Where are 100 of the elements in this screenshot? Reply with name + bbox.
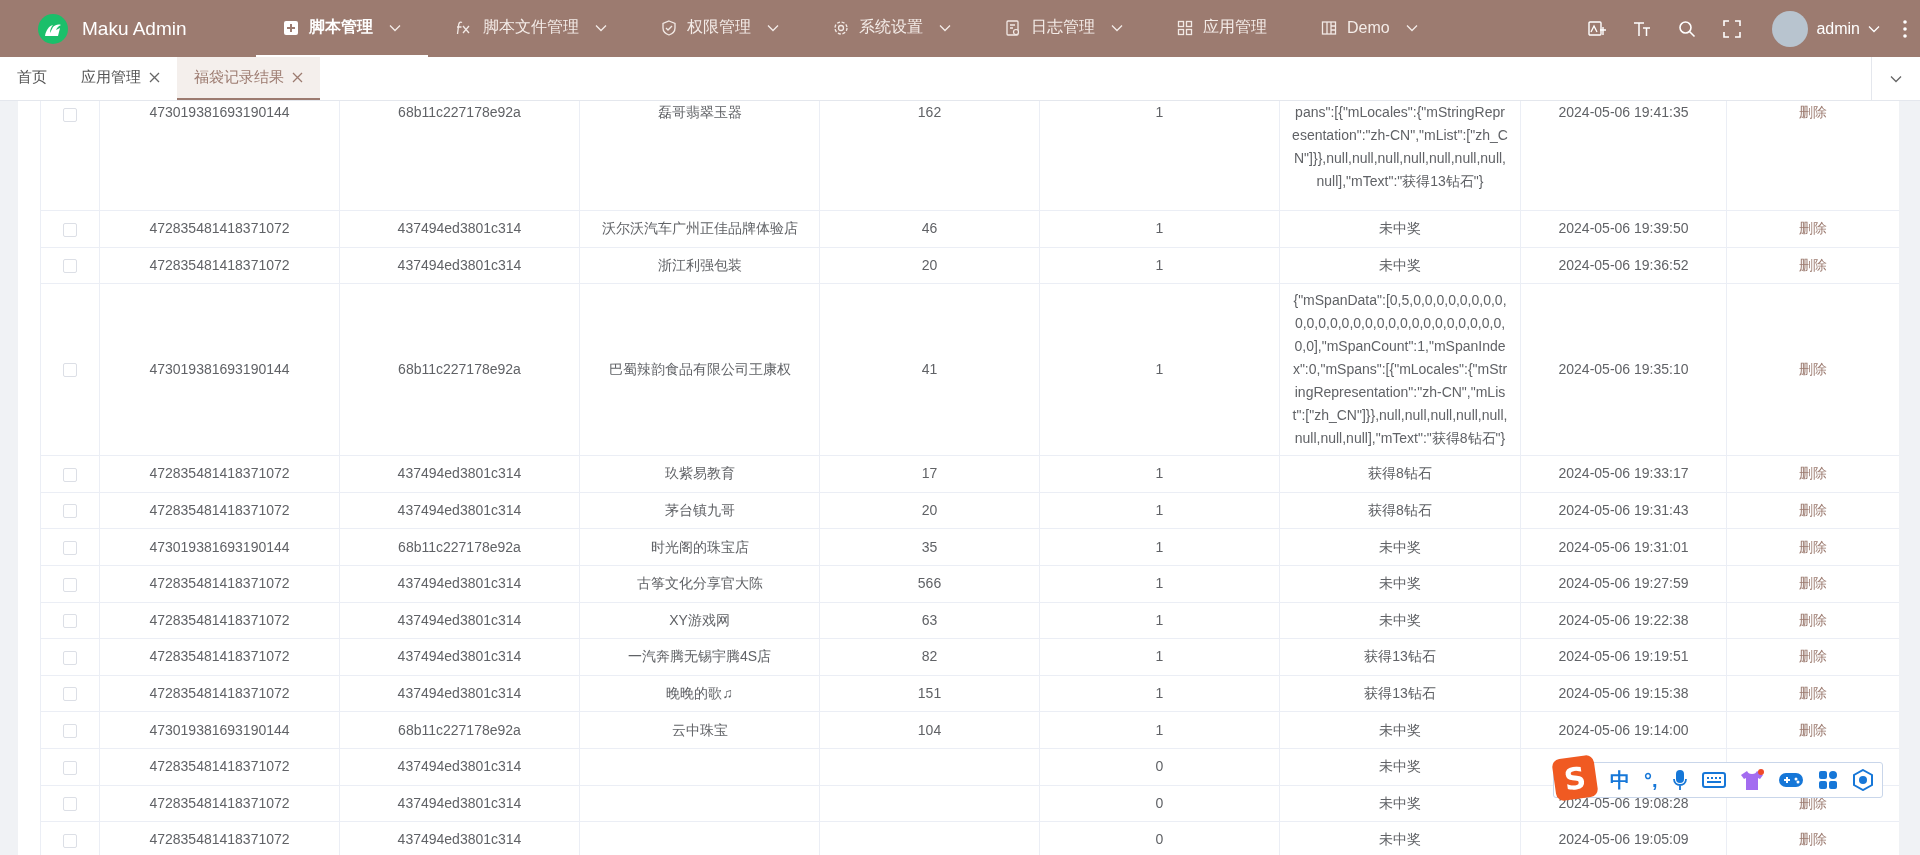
row-checkbox[interactable] (63, 363, 77, 378)
menu-item[interactable]: Demo (1294, 0, 1445, 57)
delete-link[interactable]: 删除 (1799, 361, 1827, 378)
table-cell: XY游戏网 (579, 602, 820, 639)
delete-link[interactable]: 删除 (1799, 220, 1827, 237)
table-cell: 未中奖 (1279, 602, 1521, 639)
table-cell: 472835481418371072 (99, 565, 340, 603)
table-cell: 2024-05-06 19:14:00 (1520, 711, 1727, 749)
table-cell: 1 (1039, 247, 1280, 284)
table-cell: 2024-05-06 19:27:59 (1520, 565, 1727, 603)
row-checkbox[interactable] (63, 467, 77, 482)
table-cell: 1 (1039, 711, 1280, 749)
row-checkbox[interactable] (63, 833, 77, 848)
delete-link[interactable]: 删除 (1799, 721, 1827, 738)
tab[interactable]: 首页 (0, 57, 64, 100)
table-cell: 一汽奔腾无锡宇腾4S店 (579, 638, 820, 676)
table-cell: 茅台镇九哥 (579, 492, 820, 529)
table-cell: 68b11c227178e92a (339, 528, 580, 566)
table-cell: 437494ed3801c314 (339, 748, 580, 786)
table-cell: 未中奖 (1279, 748, 1521, 786)
table-cell: 473019381693190144 (99, 283, 340, 456)
user-menu[interactable]: admin (1754, 0, 1890, 57)
table-cell: 566 (819, 565, 1040, 603)
table-cell: 古筝文化分享官大陈 (579, 565, 820, 603)
table-cell: 1 (1039, 675, 1280, 712)
table-cell: 473019381693190144 (99, 711, 340, 749)
table-cell: 2024-05-06 19:41:35 (1520, 101, 1727, 211)
hexagon-icon (1851, 769, 1874, 791)
table-cell: 2024-05-06 19:36:52 (1520, 247, 1727, 284)
table-cell: 472835481418371072 (99, 675, 340, 712)
table-cell: 未中奖 (1279, 528, 1521, 566)
table-cell: 472835481418371072 (99, 638, 340, 676)
table-cell: 获得13钻石 (1279, 638, 1521, 676)
table-cell: 472835481418371072 (99, 210, 340, 248)
row-checkbox[interactable] (63, 222, 77, 237)
tab[interactable]: 福袋记录结果 (177, 57, 320, 100)
row-checkbox[interactable] (63, 760, 77, 775)
delete-link[interactable]: 删除 (1799, 256, 1827, 273)
table-cell: 63 (819, 602, 1040, 639)
table-cell: 1 (1039, 528, 1280, 566)
table-cell: 82 (819, 638, 1040, 676)
row-checkbox[interactable] (63, 504, 77, 519)
table-cell: 437494ed3801c314 (339, 247, 580, 284)
delete-link[interactable]: 删除 (1799, 611, 1827, 628)
image-text-icon (1586, 18, 1607, 39)
table-cell: 巴蜀辣韵食品有限公司王康权 (579, 283, 820, 456)
table-cell: 17 (819, 455, 1040, 493)
table-cell: 162 (819, 101, 1040, 211)
tab[interactable]: 应用管理 (64, 57, 177, 100)
shield-icon (661, 19, 677, 36)
delete-link[interactable]: 删除 (1799, 831, 1827, 848)
delete-link[interactable]: 删除 (1799, 502, 1827, 519)
table-cell: 437494ed3801c314 (339, 210, 580, 248)
row-checkbox[interactable] (63, 797, 77, 812)
row-checkbox[interactable] (63, 259, 77, 274)
menu-item[interactable]: 日志管理 (978, 0, 1150, 57)
table-cell: 1 (1039, 210, 1280, 248)
delete-link[interactable]: 删除 (1799, 648, 1827, 665)
logo-icon (38, 13, 68, 44)
row-checkbox[interactable] (63, 723, 77, 738)
keyboard-icon (1701, 771, 1726, 789)
table-cell: 472835481418371072 (99, 602, 340, 639)
delete-link[interactable]: 删除 (1799, 575, 1827, 592)
table-cell: 437494ed3801c314 (339, 455, 580, 493)
table-cell: 472835481418371072 (99, 785, 340, 822)
delete-link[interactable]: 删除 (1799, 104, 1827, 120)
table-cell: 1 (1039, 283, 1280, 456)
table-cell: 1 (1039, 101, 1280, 211)
delete-link[interactable]: 删除 (1799, 465, 1827, 482)
menu-item[interactable]: 脚本文件管理 (428, 0, 634, 57)
table-cell: 未中奖 (1279, 785, 1521, 822)
delete-link[interactable]: 删除 (1799, 685, 1827, 702)
row-checkbox[interactable] (63, 614, 77, 629)
table-cell: pans":[{"mLocales":{"mStringRepresentation":"zh-CN","mList":["zh_CN"]}},null,null,null,null,null,null,null,null],"mText":"获得13钻石"} (1279, 101, 1521, 211)
delete-link[interactable]: 删除 (1799, 538, 1827, 555)
table-cell: 437494ed3801c314 (339, 492, 580, 529)
row-checkbox[interactable] (63, 108, 77, 123)
row-checkbox[interactable] (63, 687, 77, 702)
table-cell: 46 (819, 210, 1040, 248)
table-cell: 472835481418371072 (99, 247, 340, 284)
menu-item[interactable]: 权限管理 (634, 0, 806, 57)
table-cell: 1 (1039, 492, 1280, 529)
menu-item[interactable]: 系统设置 (806, 0, 978, 57)
table-cell: 玖紫易教育 (579, 455, 820, 493)
grid-icon (1177, 19, 1193, 36)
layout-icon (1321, 19, 1337, 36)
table-cell: 2024-05-06 19:22:38 (1520, 602, 1727, 639)
table-cell: 20 (819, 492, 1040, 529)
row-checkbox[interactable] (63, 650, 77, 665)
table-cell: 未中奖 (1279, 711, 1521, 749)
table-cell: 1 (1039, 602, 1280, 639)
gamepad-icon (1777, 771, 1804, 789)
row-checkbox[interactable] (63, 540, 77, 555)
row-checkbox[interactable] (63, 577, 77, 592)
table-cell: 云中珠宝 (579, 711, 820, 749)
shirt-icon (1739, 769, 1764, 791)
table-cell: 晚晚的歌♫ (579, 675, 820, 712)
table-cell: 20 (819, 247, 1040, 284)
menu-item[interactable]: 应用管理 (1150, 0, 1294, 57)
table-cell: 473019381693190144 (99, 101, 340, 211)
